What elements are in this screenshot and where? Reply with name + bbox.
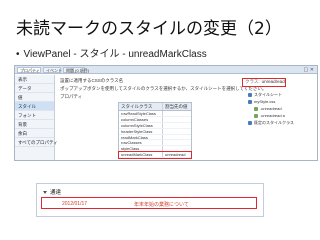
column-header-style-class: スタイルクラス xyxy=(119,103,163,110)
sidebar-item-value[interactable]: 値 xyxy=(15,93,54,102)
sidebar-item-display[interactable]: 表示 xyxy=(15,75,54,84)
bullet-dot: • xyxy=(16,49,20,60)
row-name: rowReadStyleClass xyxy=(119,111,163,116)
bullet-label: ViewPanel - スタイル - unreadMarkClass xyxy=(23,49,207,60)
sidebar-item-data[interactable]: データ xyxy=(15,84,54,93)
style-instructions: ポップアップボタンを使用してスタイルのクラスを選択するか、スタイルシートを選択し… xyxy=(60,86,267,91)
row-name: columnClasses xyxy=(119,116,163,122)
properties-label: プロパティ xyxy=(60,94,83,99)
row-value xyxy=(163,140,191,145)
tree-item[interactable]: .unreadread xyxy=(248,105,316,112)
tree-item-label: myStyle.css xyxy=(254,99,276,104)
tree-item-label: .unreadread a xyxy=(260,113,285,118)
tab-properties[interactable]: プロパティ xyxy=(17,67,41,73)
tab-problems[interactable]: 問題 (0 項目) xyxy=(63,67,89,73)
style-description: 設置に適用するCSSのクラス名 xyxy=(60,78,124,83)
sidebar-item-background[interactable]: 背景 xyxy=(15,120,54,129)
unread-document-row[interactable]: 2012/01/17 年末年始の業務について xyxy=(41,197,257,209)
row-name: unreadMarkClass xyxy=(119,152,163,158)
row-value xyxy=(163,123,191,128)
properties-sidebar: 表示 データ 値 スタイル フォント 背景 余白 すべてのプロパティ xyxy=(15,75,58,160)
row-value: unreadread xyxy=(165,152,186,158)
row-name: styleClass xyxy=(119,146,163,152)
row-value xyxy=(163,135,191,140)
grid-header: スタイルクラス 割当先の値 xyxy=(119,103,191,111)
tree-item[interactable]: .unreadread a xyxy=(248,112,316,119)
preview-category-label: 通達 xyxy=(50,190,62,196)
tree-item[interactable]: myStyle.css xyxy=(248,98,316,105)
css-file-icon xyxy=(248,99,252,104)
sidebar-item-font[interactable]: フォント xyxy=(15,111,54,120)
row-value xyxy=(163,111,191,116)
tree-item[interactable]: 既定のスタイルクラス xyxy=(248,119,316,126)
css-class-icon xyxy=(254,106,258,111)
row-value xyxy=(163,129,191,134)
row-value xyxy=(163,117,191,122)
sidebar-item-all-properties[interactable]: すべてのプロパティ xyxy=(15,138,58,147)
window-controls-icon[interactable]: □ ✕ xyxy=(303,67,314,73)
bullet-text: • ViewPanel - スタイル - unreadMarkClass xyxy=(16,45,207,60)
row-name: readMarkClass xyxy=(119,134,163,140)
row-name: headerStyleClass xyxy=(119,128,163,134)
tree-item-label: .unreadread xyxy=(260,106,282,111)
tree-item-label: 既定のスタイルクラス xyxy=(254,120,294,125)
expand-triangle-icon[interactable] xyxy=(43,190,47,194)
tree-item[interactable]: スタイルシート xyxy=(248,91,316,98)
preview-category[interactable]: 通達 xyxy=(43,188,61,196)
stylesheet-icon xyxy=(248,92,252,97)
properties-screenshot: プロパティ イベント 問題 (0 項目) □ ✕ 表示 データ 値 スタイル フ… xyxy=(14,65,318,161)
properties-tabbar: プロパティ イベント 問題 (0 項目) □ ✕ xyxy=(15,66,317,74)
sidebar-item-margin[interactable]: 余白 xyxy=(15,129,54,138)
properties-main: 設置に適用するCSSのクラス名 ポップアップボタンを使用してスタイルのクラスを選… xyxy=(56,75,317,160)
sidebar-item-style[interactable]: スタイル xyxy=(15,102,54,111)
tree-item-label: スタイルシート xyxy=(254,92,282,97)
class-value-field[interactable]: クラス: unreadread xyxy=(242,78,286,87)
class-value-label: クラス: xyxy=(245,79,260,84)
document-date: 2012/01/17 xyxy=(62,201,88,207)
css-class-icon xyxy=(254,113,258,118)
row-name: columnStyleClass xyxy=(119,122,163,128)
column-header-value: 割当先の値 xyxy=(165,104,188,109)
style-class-grid: スタイルクラス 割当先の値 rowReadStyleClass columnCl… xyxy=(118,102,192,160)
table-row-unread-mark-class[interactable]: unreadMarkClass unreadread xyxy=(118,151,192,160)
row-value xyxy=(163,146,191,151)
class-value-text: unreadread xyxy=(261,79,285,84)
tab-events[interactable]: イベント xyxy=(43,67,62,73)
view-preview: 通達 2012/01/17 年末年始の業務について xyxy=(36,183,264,217)
stylesheet-tree: スタイルシート myStyle.css .unreadread .unreadr… xyxy=(248,91,316,126)
document-subject[interactable]: 年末年始の業務について xyxy=(134,201,189,208)
style-class-icon xyxy=(248,120,252,125)
row-name: rowClasses xyxy=(119,140,163,146)
slide-title: 未読マークのスタイルの変更（2） xyxy=(16,19,282,39)
